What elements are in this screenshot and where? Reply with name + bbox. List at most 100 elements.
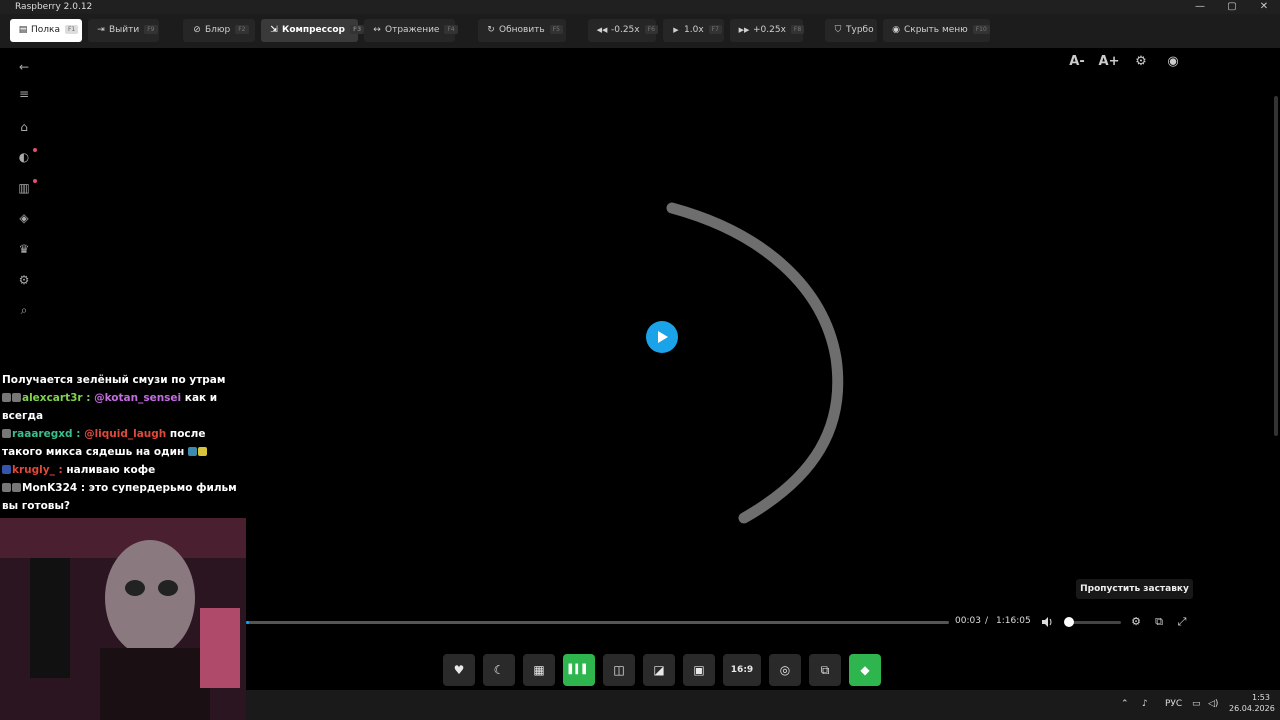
minimize-button[interactable]: — (1184, 0, 1216, 14)
shortcut-key: F2 (235, 25, 249, 34)
bottom-toolbar (246, 648, 1280, 690)
skip-intro-button[interactable]: Пропустить заставку (1076, 579, 1193, 599)
play-button[interactable] (646, 321, 678, 353)
exit-label: Выйти (109, 25, 140, 35)
fire-icon[interactable]: ◐ (15, 148, 33, 166)
shortcut-key: F7 (708, 25, 722, 34)
notification-dot (33, 179, 37, 183)
forward-icon: ▶▶ (738, 26, 750, 34)
emote-icon (187, 447, 197, 456)
microphone-icon[interactable]: ♪ (1142, 699, 1148, 709)
mirror-icon: ↔ (373, 25, 381, 35)
scrollbar[interactable] (1274, 96, 1278, 436)
turbo-button[interactable]: ⛉ Турбо (825, 19, 877, 42)
fullscreen-icon[interactable]: ⤢ (1174, 614, 1190, 630)
shortcut-key: F3 (349, 25, 365, 34)
mirror-button[interactable]: ↔ Отражение F4 (364, 19, 458, 42)
gear-icon[interactable]: ⚙ (15, 271, 33, 289)
crop-button[interactable]: ◪ (643, 654, 675, 686)
badge-icon (2, 429, 11, 438)
shortcut-key: F4 (444, 25, 458, 34)
compressor-label: Компрессор (282, 25, 345, 35)
focus-button[interactable]: ◎ (769, 654, 801, 686)
speed-down-label: -0.25x (611, 25, 640, 35)
rewind-icon: ◀◀ (596, 26, 608, 34)
compressor-button[interactable]: ⇲ Компрессор F3 (261, 19, 365, 42)
chat-line: вы готовы? (2, 500, 70, 512)
turbo-label: Турбо (846, 25, 874, 35)
top-toolbar: ▤ Полка F1 ⇥ Выйти F9 ⊘ Блюр F2 ⇲ Компрессор F3 … (0, 14, 1280, 48)
badge-icon (12, 483, 21, 492)
font-increase-button[interactable]: A+ (1097, 53, 1121, 71)
refresh-button[interactable]: ↻ Обновить F5 (478, 19, 566, 42)
clock-time[interactable]: 1:53 (1252, 693, 1270, 702)
search-icon[interactable]: ⌕ (15, 301, 33, 319)
maximize-button[interactable]: ▢ (1216, 0, 1248, 14)
speed-normal-label: 1.0x (684, 25, 704, 35)
shortcut-key: F8 (790, 25, 805, 34)
chat-text: это супердерьмо фильм (88, 482, 237, 494)
chat-line: MonK324 : это супердерьмо фильм (2, 482, 237, 494)
popout-icon[interactable]: ⧉ (1151, 614, 1167, 630)
copy-button[interactable]: ⧉ (809, 654, 841, 686)
hide-menu-label: Скрыть меню (904, 25, 968, 35)
speed-down-button[interactable]: ◀◀ -0.25x F6 (588, 19, 658, 42)
play-icon (658, 331, 668, 343)
menu-icon[interactable]: ≡ (15, 85, 33, 103)
grid-button[interactable]: ▦ (523, 654, 555, 686)
aspect-button[interactable]: 16:9 (723, 654, 761, 686)
trophy-icon[interactable]: ♛ (15, 240, 33, 258)
keyboard-language[interactable]: РУС (1165, 699, 1182, 709)
shortcut-key: F9 (144, 25, 158, 34)
hide-menu-button[interactable]: ◉ Скрыть меню F10 (883, 19, 990, 42)
speed-up-button[interactable]: ▶▶ +0.25x F8 (730, 19, 805, 42)
shield-icon: ⛉ (834, 25, 842, 35)
sidebar: ← ≡ ⌂ ◐ ▥ ◈ ♛ ⚙ ⌕ (0, 48, 47, 358)
chat-username: raaaregxd (12, 428, 73, 440)
clock-date[interactable]: 26.04.2026 (1229, 704, 1275, 713)
chat-mention: @liquid_laugh (84, 428, 167, 440)
badge-icon (2, 393, 11, 402)
chat-line: всегда (2, 410, 43, 422)
volume-icon[interactable] (1039, 614, 1055, 630)
favorite-button[interactable]: ♥ (443, 654, 475, 686)
compass-icon[interactable]: ◈ (15, 209, 33, 227)
progress-bar[interactable] (246, 621, 949, 624)
eye-icon[interactable]: ◉ (1164, 53, 1182, 71)
chat-text: такого микса сядешь на один (2, 446, 185, 458)
back-arrow-icon[interactable]: ← (15, 58, 33, 76)
chat-username: alexcart3r (22, 392, 83, 404)
shelf-label: Полка (31, 25, 60, 35)
duration: 1:16:05 (996, 616, 1031, 626)
font-decrease-button[interactable]: A- (1066, 53, 1088, 71)
chat-username: MonK324 (22, 482, 78, 494)
speed-normal-button[interactable]: ▶ 1.0x F7 (663, 19, 724, 42)
refresh-label: Обновить (499, 25, 545, 35)
speed-up-label: +0.25x (753, 25, 786, 35)
night-mode-button[interactable]: ☾ (483, 654, 515, 686)
progress-fill (246, 621, 249, 624)
tray-chevron-icon[interactable]: ⌃ (1121, 699, 1129, 709)
home-icon[interactable]: ⌂ (15, 118, 33, 136)
book-icon[interactable]: ▥ (15, 179, 33, 197)
chat-mention: @kotan_sensei (94, 392, 182, 404)
exit-button[interactable]: ⇥ Выйти F9 (88, 19, 159, 42)
blur-button[interactable]: ⊘ Блюр F2 (183, 19, 255, 42)
notification-dot (33, 148, 37, 152)
shelf-button[interactable]: ▤ Полка F1 (10, 19, 82, 42)
layers-button[interactable]: ◆ (849, 654, 881, 686)
gear-icon[interactable]: ⚙ (1132, 53, 1150, 71)
chat-line: raaaregxd : @liquid_laugh после (2, 428, 205, 440)
eye-icon: ◉ (892, 25, 900, 35)
split-button[interactable]: ◫ (603, 654, 635, 686)
network-icon[interactable]: ▭ (1192, 699, 1201, 709)
shortcut-key: F1 (64, 25, 79, 34)
close-button[interactable]: ✕ (1248, 0, 1280, 14)
audio-button[interactable]: ▌▍▌ (563, 654, 595, 686)
settings-icon[interactable]: ⚙ (1128, 614, 1144, 630)
title-bar: Raspberry 2.0.12 — ▢ ✕ (0, 0, 1280, 14)
chat-separator: : (72, 428, 85, 440)
blur-label: Блюр (205, 25, 231, 35)
pip-button[interactable]: ▣ (683, 654, 715, 686)
speaker-icon[interactable]: ◁) (1208, 699, 1218, 709)
